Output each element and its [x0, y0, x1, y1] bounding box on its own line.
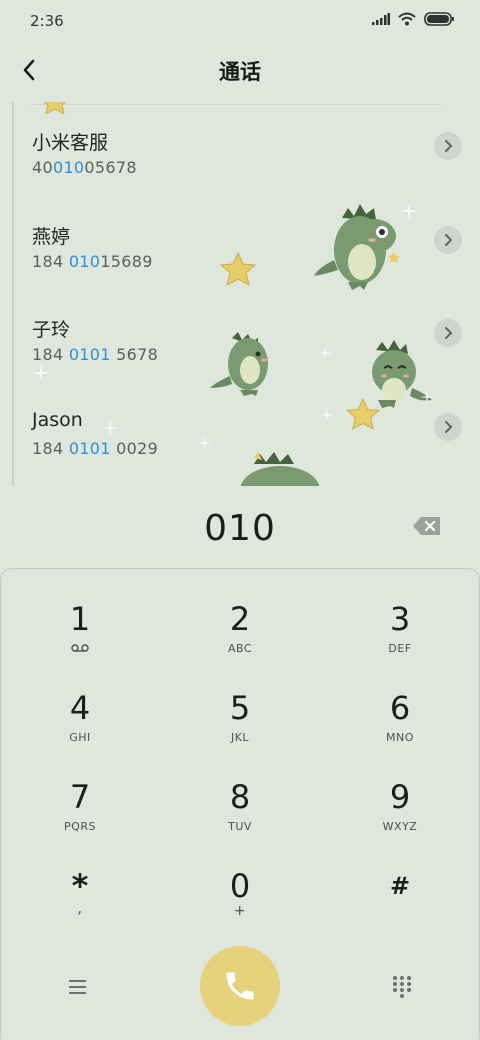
star-sticker — [43, 102, 67, 114]
key-9[interactable]: 9 WXYZ — [320, 768, 480, 854]
backspace-icon — [413, 517, 440, 535]
key-digit: 9 — [389, 778, 411, 816]
dinosaur-sticker — [314, 204, 400, 290]
chevron-right-icon — [445, 140, 453, 152]
dinosaur-sticker — [210, 332, 268, 396]
key-1[interactable]: 1 — [0, 590, 160, 676]
dialpad-toggle-button[interactable] — [390, 974, 414, 1000]
key-digit: 4 — [69, 689, 91, 727]
sparkle-icon — [320, 408, 334, 422]
backspace-button[interactable] — [412, 516, 442, 538]
sparkle-icon — [198, 436, 212, 450]
key-3[interactable]: 3 DEF — [320, 590, 480, 676]
key-letters: GHI — [69, 731, 91, 744]
voicemail-icon — [0, 642, 160, 655]
key-7[interactable]: 7 PQRS — [0, 768, 160, 854]
contact-number: 4001005678 — [32, 158, 137, 177]
key-6[interactable]: 6 MNO — [320, 679, 480, 765]
battery-icon — [424, 12, 454, 26]
chevron-right-icon — [445, 327, 453, 339]
star-sticker — [346, 398, 380, 430]
key-digit: 3 — [389, 600, 411, 638]
key-letters: , — [77, 901, 83, 917]
sparkle-icon — [102, 420, 118, 436]
key-hash[interactable]: # — [320, 857, 480, 943]
sparkle-icon — [420, 390, 434, 404]
dinosaur-sticker — [240, 452, 320, 486]
dialpad-icon — [393, 976, 411, 998]
status-time: 2:36 — [30, 12, 64, 30]
key-letters: MNO — [386, 731, 414, 744]
dial-display: 010 — [0, 486, 480, 568]
menu-icon — [69, 980, 86, 994]
key-8[interactable]: 8 TUV — [160, 768, 320, 854]
chevron-right-icon — [445, 234, 453, 246]
key-digit: * — [71, 867, 89, 905]
key-letters: PQRS — [64, 820, 96, 833]
menu-button[interactable] — [64, 974, 92, 1000]
key-2[interactable]: 2 ABC — [160, 590, 320, 676]
key-0[interactable]: 0 + — [160, 857, 320, 943]
key-digit: 1 — [69, 600, 91, 638]
list-item[interactable]: 小米客服 4001005678 — [0, 128, 480, 208]
list-divider — [30, 104, 442, 105]
contact-detail-button[interactable] — [434, 226, 462, 254]
key-star[interactable]: * , — [0, 857, 160, 943]
key-5[interactable]: 5 JKL — [160, 679, 320, 765]
phone-icon — [226, 972, 254, 1000]
wifi-icon — [398, 12, 416, 26]
key-digit: 0 — [229, 867, 251, 905]
call-button[interactable] — [200, 946, 280, 1026]
key-digit: 5 — [229, 689, 251, 727]
key-digit: 6 — [389, 689, 411, 727]
star-sticker — [220, 252, 256, 286]
key-letters: WXYZ — [382, 820, 418, 833]
key-letters: TUV — [228, 820, 252, 833]
status-icons — [372, 12, 454, 26]
contact-number: 184 01015689 — [32, 252, 153, 271]
contact-number: 184 0101 0029 — [32, 439, 159, 458]
key-letters: + — [233, 903, 247, 919]
contact-detail-button[interactable] — [434, 319, 462, 347]
contact-name: 子玲 — [32, 319, 71, 341]
sparkle-icon — [400, 202, 418, 220]
sparkle-icon — [32, 364, 50, 382]
chevron-right-icon — [445, 421, 453, 433]
contact-list: 小米客服 4001005678 燕婷 184 01015689 子玲 184 0… — [0, 102, 480, 486]
contact-name: 小米客服 — [32, 132, 109, 154]
contact-name: Jason — [32, 409, 83, 431]
contact-name: 燕婷 — [32, 226, 71, 248]
key-digit: 8 — [229, 778, 251, 816]
signal-icon — [372, 13, 390, 25]
key-letters: JKL — [230, 731, 250, 744]
key-4[interactable]: 4 GHI — [0, 679, 160, 765]
key-digit: # — [389, 872, 411, 900]
dialed-number: 010 — [204, 508, 276, 549]
key-digit: 2 — [229, 600, 251, 638]
key-digit: 7 — [69, 778, 91, 816]
key-letters: DEF — [388, 642, 412, 655]
page-title: 通话 — [219, 60, 261, 84]
status-bar: 2:36 — [0, 0, 480, 42]
contact-detail-button[interactable] — [434, 132, 462, 160]
header: 通话 — [0, 42, 480, 102]
key-letters: ABC — [227, 642, 253, 655]
contact-detail-button[interactable] — [434, 413, 462, 441]
sparkle-icon — [318, 346, 332, 360]
contact-number: 184 0101 5678 — [32, 345, 159, 364]
